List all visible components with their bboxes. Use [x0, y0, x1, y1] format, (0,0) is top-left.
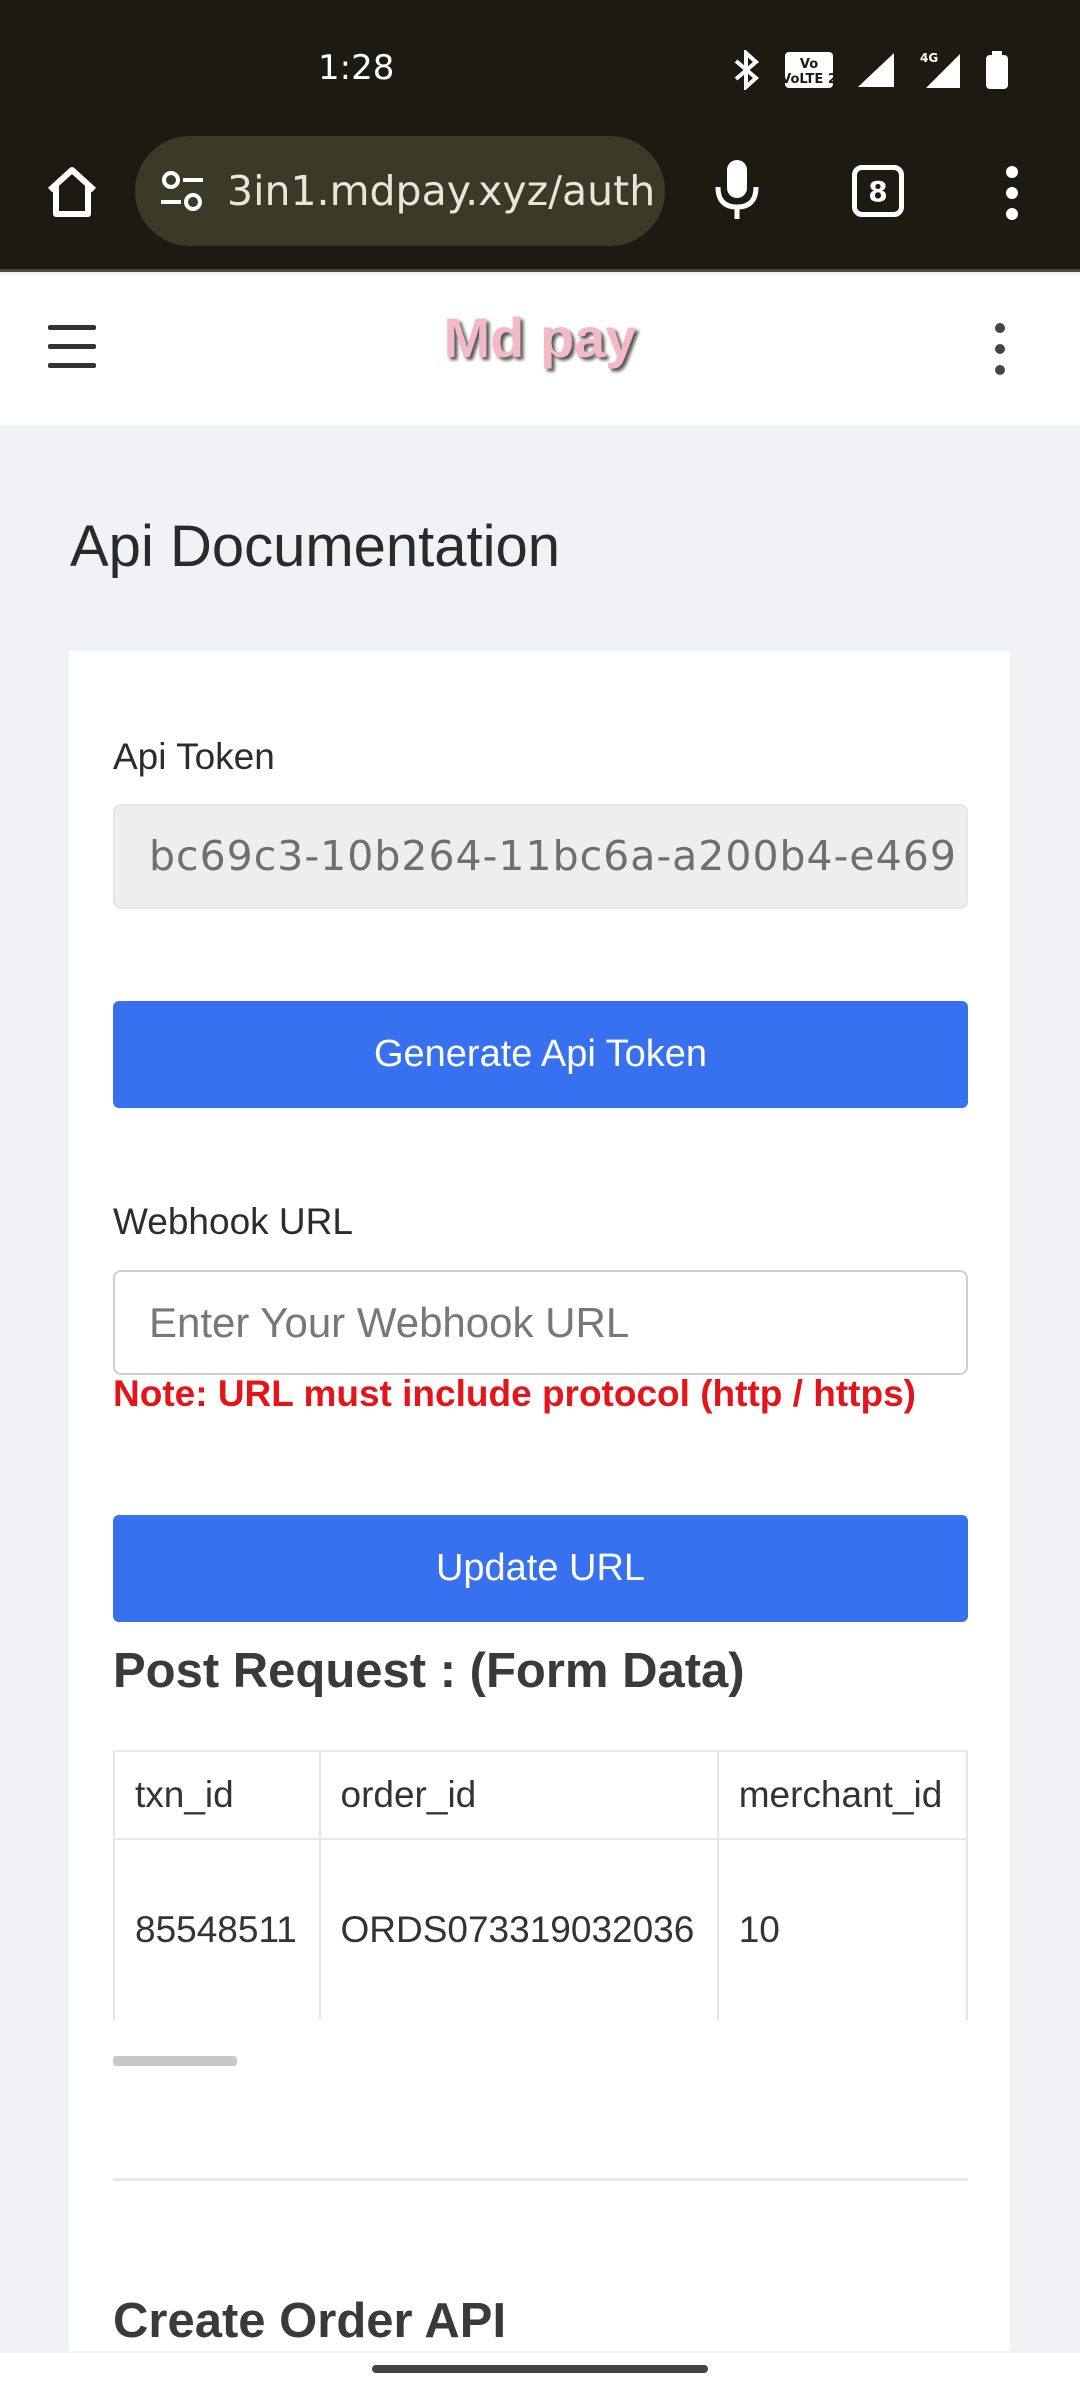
generate-api-token-button[interactable]: Generate Api Token [113, 1001, 968, 1108]
page-title: Api Documentation [70, 514, 561, 579]
api-card: Api Token bc69c3-10b264-11bc6a-a200b4-e4… [69, 651, 1010, 2351]
navigation-bar [0, 2353, 1080, 2400]
home-icon[interactable] [40, 160, 104, 224]
webhook-note: Note: URL must include protocol (http / … [113, 1373, 916, 1414]
signal-icon [856, 51, 896, 94]
site-more-icon[interactable] [990, 321, 1010, 377]
site-header: Md pay [0, 275, 1080, 425]
table-header-cell: merchant_id [716, 1750, 968, 1840]
svg-text:4G: 4G [920, 51, 938, 65]
create-order-title: Create Order API [113, 2294, 507, 2348]
url-text[interactable]: 3in1.mdpay.xyz/auth [227, 167, 655, 215]
table-row: 85548511 ORDS073319032036 10 [113, 1838, 968, 2020]
microphone-icon[interactable] [712, 157, 762, 223]
post-request-table: txn_id order_id merchant_id 85548511 ORD… [113, 1750, 968, 2020]
tab-switcher-button[interactable]: 8 [852, 165, 904, 217]
status-time: 1:28 [318, 48, 395, 88]
table-header-row: txn_id order_id merchant_id [113, 1750, 968, 1840]
site-logo[interactable]: Md pay [0, 305, 1080, 370]
divider [113, 2178, 968, 2181]
volte-icon: Vo VoLTE 2 [781, 51, 837, 94]
svg-text:VoLTE 2: VoLTE 2 [784, 72, 834, 87]
table-cell: 85548511 [113, 1838, 321, 2020]
address-bar[interactable]: 3in1.mdpay.xyz/auth [135, 136, 665, 246]
bluetooth-icon [732, 48, 762, 95]
webhook-url-label: Webhook URL [113, 1201, 353, 1242]
horizontal-scrollbar[interactable] [113, 2056, 237, 2066]
status-icons: Vo VoLTE 2 4G [732, 48, 1010, 95]
table-header-cell: txn_id [113, 1750, 321, 1840]
table-header-cell: order_id [318, 1750, 719, 1840]
webhook-url-input[interactable] [113, 1270, 968, 1375]
signal-4g-icon: 4G [918, 50, 962, 95]
table-cell: 10 [716, 1838, 968, 2020]
api-token-label: Api Token [113, 736, 275, 777]
status-bar: 1:28 Vo VoLTE 2 4G [0, 0, 1080, 135]
gesture-handle[interactable] [372, 2365, 708, 2373]
api-token-field[interactable]: bc69c3-10b264-11bc6a-a200b4-e469 [113, 804, 968, 909]
post-request-title: Post Request : (Form Data) [113, 1644, 745, 1698]
update-url-button[interactable]: Update URL [113, 1515, 968, 1622]
site-settings-icon[interactable] [157, 166, 207, 216]
table-cell: ORDS073319032036 [318, 1838, 719, 2020]
browser-toolbar: 3in1.mdpay.xyz/auth 8 [0, 135, 1080, 272]
svg-text:Vo: Vo [800, 57, 818, 72]
battery-icon [984, 50, 1010, 95]
more-vert-icon[interactable] [1000, 165, 1024, 221]
post-request-table-scroll[interactable]: txn_id order_id merchant_id 85548511 ORD… [113, 1750, 968, 2020]
